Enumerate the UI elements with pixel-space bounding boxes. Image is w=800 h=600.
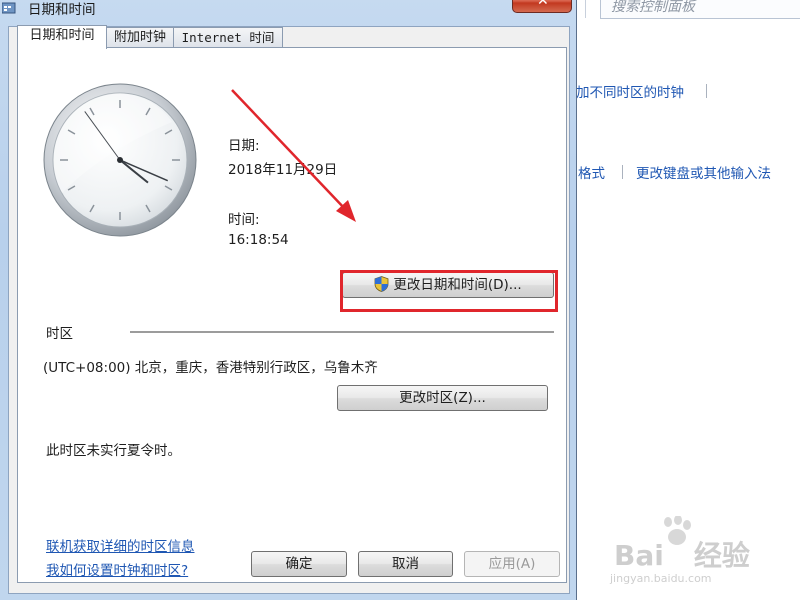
clock-center (117, 157, 123, 163)
watermark-brand-suffix: 经验 (693, 539, 750, 572)
change-format-link[interactable]: 格式 (578, 162, 605, 182)
apply-button[interactable]: 应用(A) (464, 551, 560, 577)
title-bar[interactable]: 日期和时间 ✕ (0, 0, 576, 18)
watermark-site: jingyan.baidu.com (610, 572, 712, 585)
link-separator (706, 84, 707, 98)
link-separator (622, 165, 623, 179)
timezone-value: (UTC+08:00) 北京，重庆，香港特别行政区，乌鲁木齐 (43, 360, 378, 376)
close-icon: ✕ (537, 0, 549, 9)
change-keyboard-link[interactable]: 更改键盘或其他输入法 (636, 162, 771, 182)
time-label: 时间: (228, 212, 260, 228)
date-value: 2018年11月29日 (228, 162, 338, 178)
close-button[interactable]: ✕ (512, 0, 572, 13)
cancel-button[interactable]: 取消 (358, 551, 453, 577)
highlight-rectangle (340, 270, 558, 312)
tab-internet-time[interactable]: Internet 时间 (173, 27, 283, 48)
date-time-app-icon (2, 2, 16, 14)
dialog-client-area: 日期和时间 附加时钟 Internet 时间 日期: 2018年11月29日 时… (8, 25, 570, 594)
online-timezone-info-link[interactable]: 联机获取详细的时区信息 (46, 535, 195, 555)
control-panel-search-box[interactable]: 搜索控制面板 (600, 0, 800, 19)
date-time-dialog: 日期和时间 ✕ 日期和时间 附加时钟 Internet 时间 日期: 2018年… (0, 0, 577, 600)
date-time-tab-page: 日期: 2018年11月29日 时间: 16:18:54 更改日期和时间(D).… (17, 47, 567, 583)
search-placeholder: 搜索控制面板 (611, 0, 695, 15)
dst-note: 此时区未实行夏令时。 (46, 443, 181, 459)
tab-date-time[interactable]: 日期和时间 (17, 25, 107, 49)
change-timezone-button[interactable]: 更改时区(Z)... (337, 385, 548, 411)
search-separator (585, 0, 586, 18)
timezone-divider (130, 331, 554, 333)
watermark-brand: Bai (614, 539, 664, 572)
analog-clock (43, 83, 197, 237)
baidu-watermark: Bai 经验 jingyan.baidu.com (598, 516, 798, 596)
timezone-heading: 时区 (46, 326, 73, 342)
dialog-title: 日期和时间 (28, 2, 96, 18)
how-to-set-clock-link[interactable]: 我如何设置时钟和时区? (46, 559, 188, 579)
date-label: 日期: (228, 138, 260, 154)
time-value: 16:18:54 (228, 232, 289, 248)
ok-button[interactable]: 确定 (251, 551, 347, 577)
tab-additional-clocks[interactable]: 附加时钟 (106, 27, 174, 48)
add-clocks-link[interactable]: 加不同时区的时钟 (576, 81, 684, 101)
